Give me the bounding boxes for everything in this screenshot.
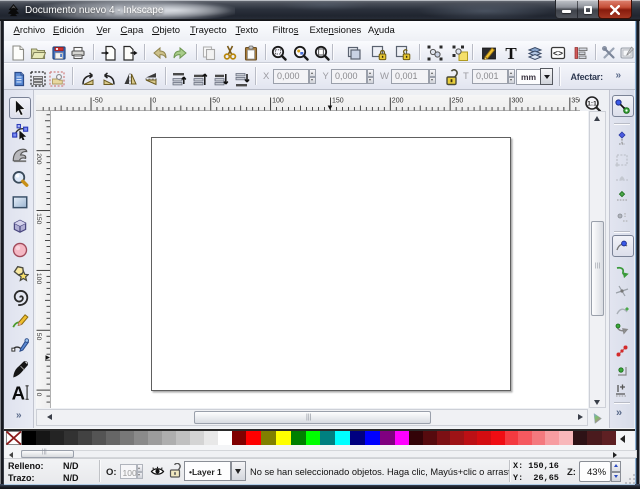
svg-text:A: A [12, 383, 25, 401]
svg-text:100: 100 [36, 273, 42, 285]
svg-text:-50: -50 [93, 98, 103, 105]
svg-text:300: 300 [512, 98, 524, 105]
svg-text:T: T [505, 45, 517, 61]
svg-text:0: 0 [152, 98, 156, 105]
svg-text:200: 200 [36, 153, 42, 165]
svg-text:150: 150 [36, 213, 42, 225]
svg-text:100: 100 [272, 98, 284, 105]
svg-text:0: 0 [36, 393, 42, 397]
svg-text:150: 150 [332, 98, 344, 105]
svg-text:250: 250 [452, 98, 464, 105]
svg-text:<>: <> [553, 48, 563, 58]
svg-text:350: 350 [571, 98, 580, 105]
svg-text:50: 50 [36, 333, 42, 341]
svg-text:50: 50 [212, 98, 220, 105]
svg-text:1:1: 1:1 [587, 101, 597, 108]
svg-text:200: 200 [392, 98, 404, 105]
